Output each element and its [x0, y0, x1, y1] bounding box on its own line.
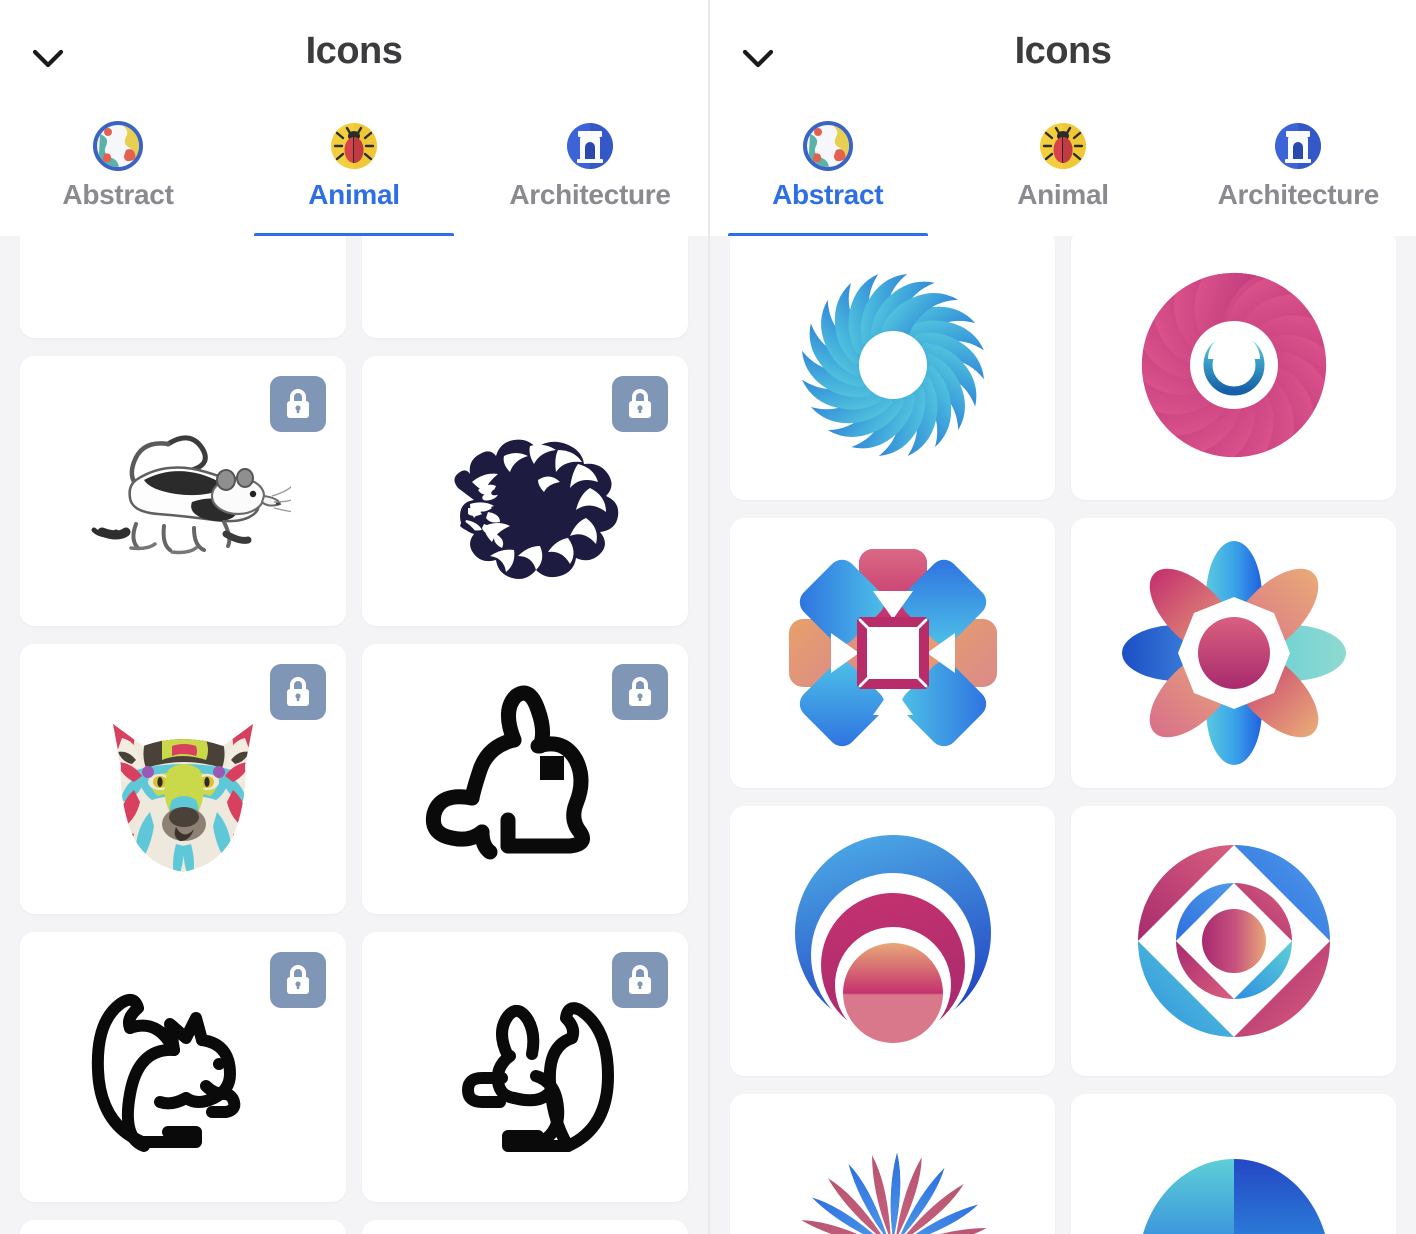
squirrel-line-icon-right: [418, 960, 633, 1175]
list-item[interactable]: [362, 644, 688, 914]
partial-card-top-right: [418, 236, 633, 311]
lion-head-illustration: [418, 384, 633, 599]
blue-swirl-sunburst-logo: [773, 245, 1013, 485]
monument-building-icon: [1272, 120, 1324, 172]
tab-animal-label: Animal: [1017, 179, 1109, 210]
page-title: Icons: [1014, 30, 1112, 72]
nested-circles-logo: [773, 821, 1013, 1061]
partial-card-top-left: [76, 236, 291, 311]
list-item[interactable]: [1071, 1094, 1396, 1234]
tab-animal[interactable]: Animal: [236, 118, 472, 240]
list-item[interactable]: [362, 932, 688, 1202]
blue-dome-arch-logo: [1114, 1109, 1354, 1234]
ornate-wolf-head-illustration: [76, 672, 291, 887]
eight-petal-flower-logo: [1114, 533, 1354, 773]
category-tabs-left: Abstract Animal Architecture: [0, 118, 708, 240]
list-item[interactable]: [20, 236, 346, 338]
tab-architecture-label: Architecture: [509, 179, 671, 210]
lock-badge[interactable]: [612, 952, 668, 1008]
list-item[interactable]: [20, 932, 346, 1202]
icon-grid-scroll-left[interactable]: [0, 236, 708, 1234]
monument-building-icon: [564, 120, 616, 172]
list-item[interactable]: [730, 806, 1055, 1076]
lock-badge[interactable]: [612, 376, 668, 432]
page-title: Icons: [305, 30, 403, 72]
icon-grid-left: [0, 236, 708, 1234]
rabbit-line-icon: [418, 672, 633, 887]
concentric-diamond-circle-logo: [1114, 821, 1354, 1061]
tab-abstract[interactable]: Abstract: [0, 118, 236, 236]
category-tabs-right: Abstract Animal Architecture: [710, 118, 1416, 240]
pink-crescent-spiral-logo: [1114, 245, 1354, 485]
squirrel-line-icon-left: [76, 960, 291, 1175]
list-item[interactable]: [730, 518, 1055, 788]
lock-badge[interactable]: [270, 376, 326, 432]
list-item[interactable]: [20, 644, 346, 914]
tab-animal[interactable]: Animal: [945, 118, 1180, 236]
panel-abstract: Icons Abstract Animal Architecture: [708, 0, 1416, 1234]
lock-badge[interactable]: [270, 664, 326, 720]
icon-grid-right: [710, 236, 1416, 1234]
list-item[interactable]: [362, 236, 688, 338]
dual-panel-screenshot: Icons Abstract Animal Architecture Icons…: [0, 0, 1416, 1234]
panel-animal: Icons Abstract Animal Architecture: [0, 0, 708, 1234]
lock-badge[interactable]: [612, 664, 668, 720]
rat-illustration: [76, 384, 291, 599]
list-item[interactable]: [730, 236, 1055, 500]
panel-header-left: Icons: [0, 0, 708, 118]
tab-architecture-label: Architecture: [1217, 179, 1380, 210]
tab-architecture[interactable]: Architecture: [1181, 118, 1416, 236]
bug-icon: [1037, 120, 1089, 172]
abstract-palette-icon: [802, 120, 854, 172]
abstract-palette-icon: [92, 120, 144, 172]
tab-abstract[interactable]: Abstract: [710, 118, 945, 240]
list-item[interactable]: [1071, 518, 1396, 788]
thin-wavy-rays-logo: [773, 1109, 1013, 1234]
list-item[interactable]: [362, 356, 688, 626]
lock-badge[interactable]: [270, 952, 326, 1008]
list-item[interactable]: [362, 1220, 688, 1234]
tab-abstract-label: Abstract: [62, 179, 174, 210]
list-item[interactable]: [730, 1094, 1055, 1234]
list-item[interactable]: [1071, 806, 1396, 1076]
list-item[interactable]: [20, 356, 346, 626]
rounded-diamond-cross-logo: [773, 533, 1013, 773]
tab-abstract-label: Abstract: [772, 179, 884, 210]
tab-architecture[interactable]: Architecture: [472, 118, 708, 236]
icon-grid-scroll-right[interactable]: [710, 236, 1416, 1234]
panel-header-right: Icons: [710, 0, 1416, 118]
list-item[interactable]: [1071, 236, 1396, 500]
list-item[interactable]: [20, 1220, 346, 1234]
tab-animal-label: Animal: [308, 179, 400, 210]
bug-icon: [328, 120, 380, 172]
